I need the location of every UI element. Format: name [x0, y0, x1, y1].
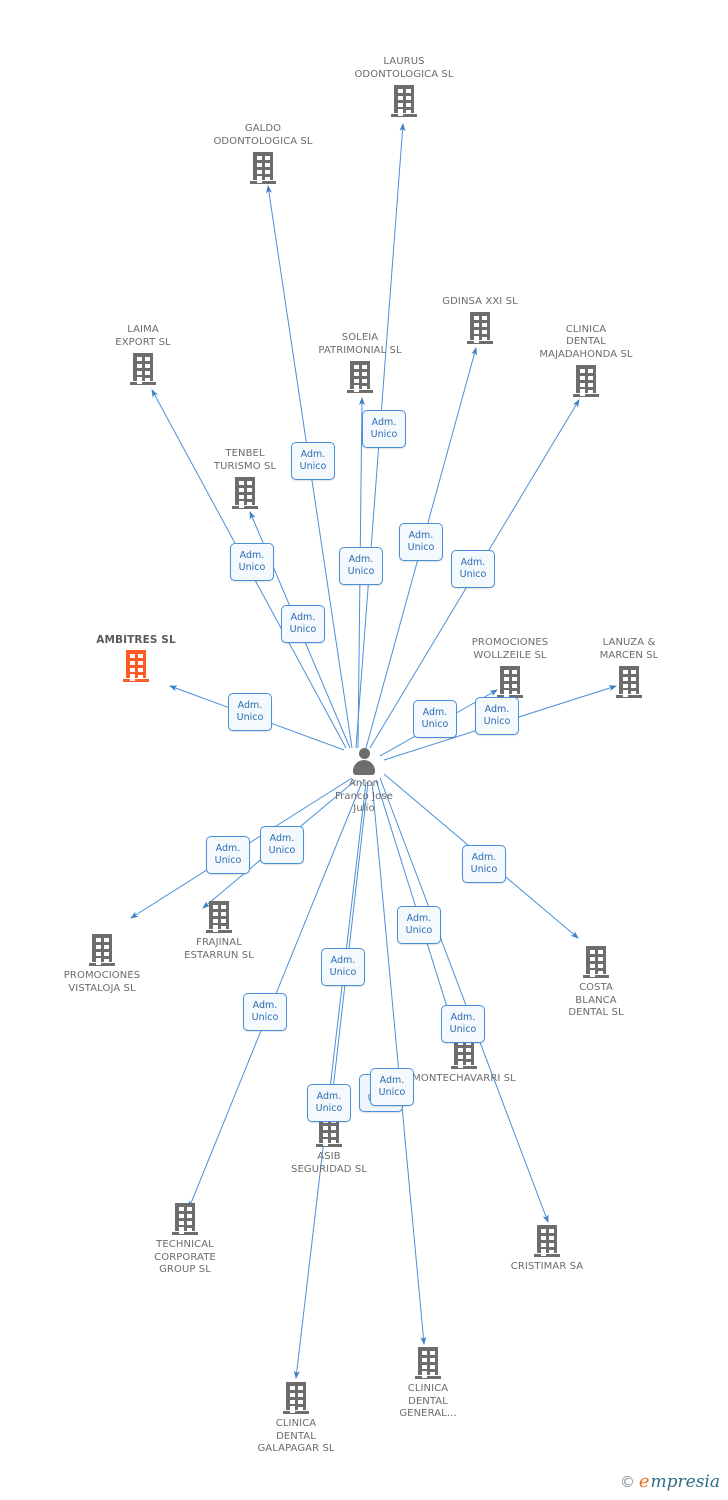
- company-label: SOLEIA PATRIMONIAL SL: [318, 332, 402, 356]
- company-label: LAURUS ODONTOLOGICA SL: [354, 56, 454, 80]
- company-label: CLINICA DENTAL GALAPAGAR SL: [257, 1418, 335, 1454]
- building-icon: [232, 477, 258, 509]
- company-label: ASIB SEGURIDAD SL: [291, 1151, 367, 1175]
- building-icon: [206, 901, 232, 933]
- building-icon: [573, 365, 599, 397]
- relation-chip-wollzeile[interactable]: Adm. Unico: [475, 697, 519, 735]
- company-label: PROMOCIONES WOLLZEILE SL: [471, 637, 549, 661]
- building-icon: [497, 666, 523, 698]
- company-label: GDINSA XXI SL: [442, 295, 518, 307]
- company-label: TENBEL TURISMO SL: [213, 448, 277, 472]
- building-icon: [583, 946, 609, 978]
- company-label: AMBITRES SL: [96, 633, 176, 646]
- building-icon: [89, 934, 115, 966]
- copyright-icon: ©: [619, 1472, 635, 1491]
- building-icon: [130, 353, 156, 385]
- building-icon: [616, 666, 642, 698]
- company-label: LAIMA EXPORT SL: [115, 324, 171, 348]
- relation-chip-galapagar[interactable]: Adm. Unico: [321, 948, 365, 986]
- relation-chip-vistaloja[interactable]: Adm. Unico: [206, 836, 250, 874]
- relation-chip-montechavarri[interactable]: Adm. Unico: [441, 1005, 485, 1043]
- building-icon: [467, 312, 493, 344]
- building-icon: [172, 1203, 198, 1235]
- company-label: CRISTIMAR SA: [510, 1261, 584, 1272]
- company-label: FRAJINAL ESTARRUN SL: [184, 937, 254, 961]
- company-label: CLINICA DENTAL MAJADAHONDA SL: [539, 323, 633, 360]
- building-icon: [250, 152, 276, 184]
- watermark-brand-initial: e: [638, 1471, 650, 1492]
- building-icon-highlighted: [123, 650, 149, 682]
- relation-chip-frajinal[interactable]: Adm. Unico: [260, 826, 304, 864]
- watermark-empresia: © e mpresia: [620, 1471, 720, 1492]
- relation-chip-tenbel[interactable]: Adm. Unico: [230, 543, 274, 581]
- building-icon: [391, 85, 417, 117]
- building-icon: [534, 1225, 560, 1257]
- relation-chip-montechavarri-upper[interactable]: Adm. Unico: [397, 906, 441, 944]
- building-icon: [347, 361, 373, 393]
- company-label: CLINICA DENTAL GENERAL...: [399, 1383, 457, 1419]
- relation-chip-technical[interactable]: Adm. Unico: [243, 993, 287, 1031]
- relation-chip-gdinsa[interactable]: Adm. Unico: [399, 523, 443, 561]
- relation-chip-tenbel-upper[interactable]: Adm. Unico: [291, 442, 335, 480]
- building-icon: [283, 1382, 309, 1414]
- relation-chip-soleia[interactable]: Adm. Unico: [362, 410, 406, 448]
- relationship-graph: LAURUS ODONTOLOGICA SL GALDO ODONTOLOGICA …: [0, 0, 728, 1500]
- person-label: Anton Franco Jose Julio: [335, 778, 393, 814]
- company-label: LANUZA & MARCEN SL: [599, 637, 659, 661]
- person-icon: [351, 748, 377, 776]
- building-icon: [415, 1347, 441, 1379]
- relation-chip-majadahonda[interactable]: Adm. Unico: [451, 550, 495, 588]
- relation-chip-general[interactable]: Adm. Unico: [370, 1068, 414, 1106]
- company-label: GALDO ODONTOLOGICA SL: [213, 123, 313, 147]
- relation-chip-laima[interactable]: Adm. Unico: [281, 605, 325, 643]
- watermark-brand-name: mpresia: [650, 1471, 721, 1492]
- relation-chip-galdo[interactable]: Adm. Unico: [339, 547, 383, 585]
- company-label: MONTECHAVARRI SL: [412, 1073, 516, 1084]
- company-label: PROMOCIONES VISTALOJA SL: [63, 970, 141, 994]
- company-label: TECHNICAL CORPORATE GROUP SL: [154, 1239, 216, 1275]
- relation-chip-asib[interactable]: Adm. Unico: [307, 1084, 351, 1122]
- relation-chip-ambitres[interactable]: Adm. Unico: [228, 693, 272, 731]
- relation-chip-lanuza[interactable]: Adm. Unico: [413, 700, 457, 738]
- relation-chip-costablanca[interactable]: Adm. Unico: [462, 845, 506, 883]
- company-label: COSTA BLANCA DENTAL SL: [568, 982, 624, 1018]
